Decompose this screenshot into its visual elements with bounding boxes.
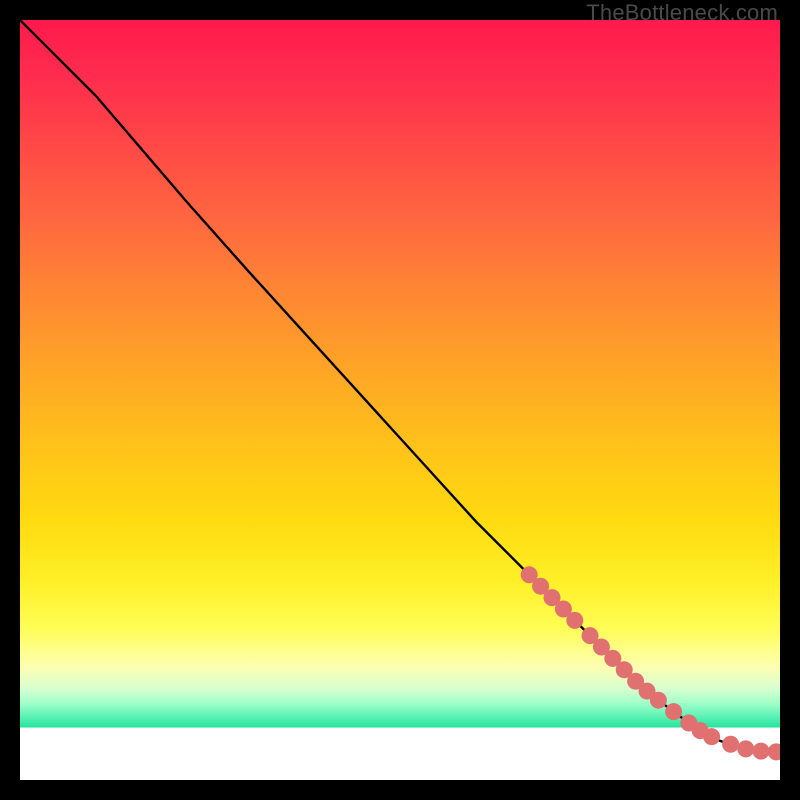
chart-marker: [737, 740, 754, 757]
chart-svg: [20, 20, 780, 780]
chart-marker: [665, 703, 682, 720]
chart-marker: [703, 728, 720, 745]
chart-marker: [768, 743, 780, 760]
chart-marker: [753, 743, 770, 760]
chart-marker: [566, 612, 583, 629]
chart-curve: [20, 20, 780, 752]
watermark-text: TheBottleneck.com: [586, 0, 778, 26]
chart-marker: [650, 692, 667, 709]
chart-marker: [722, 736, 739, 753]
chart-markers: [521, 566, 780, 760]
